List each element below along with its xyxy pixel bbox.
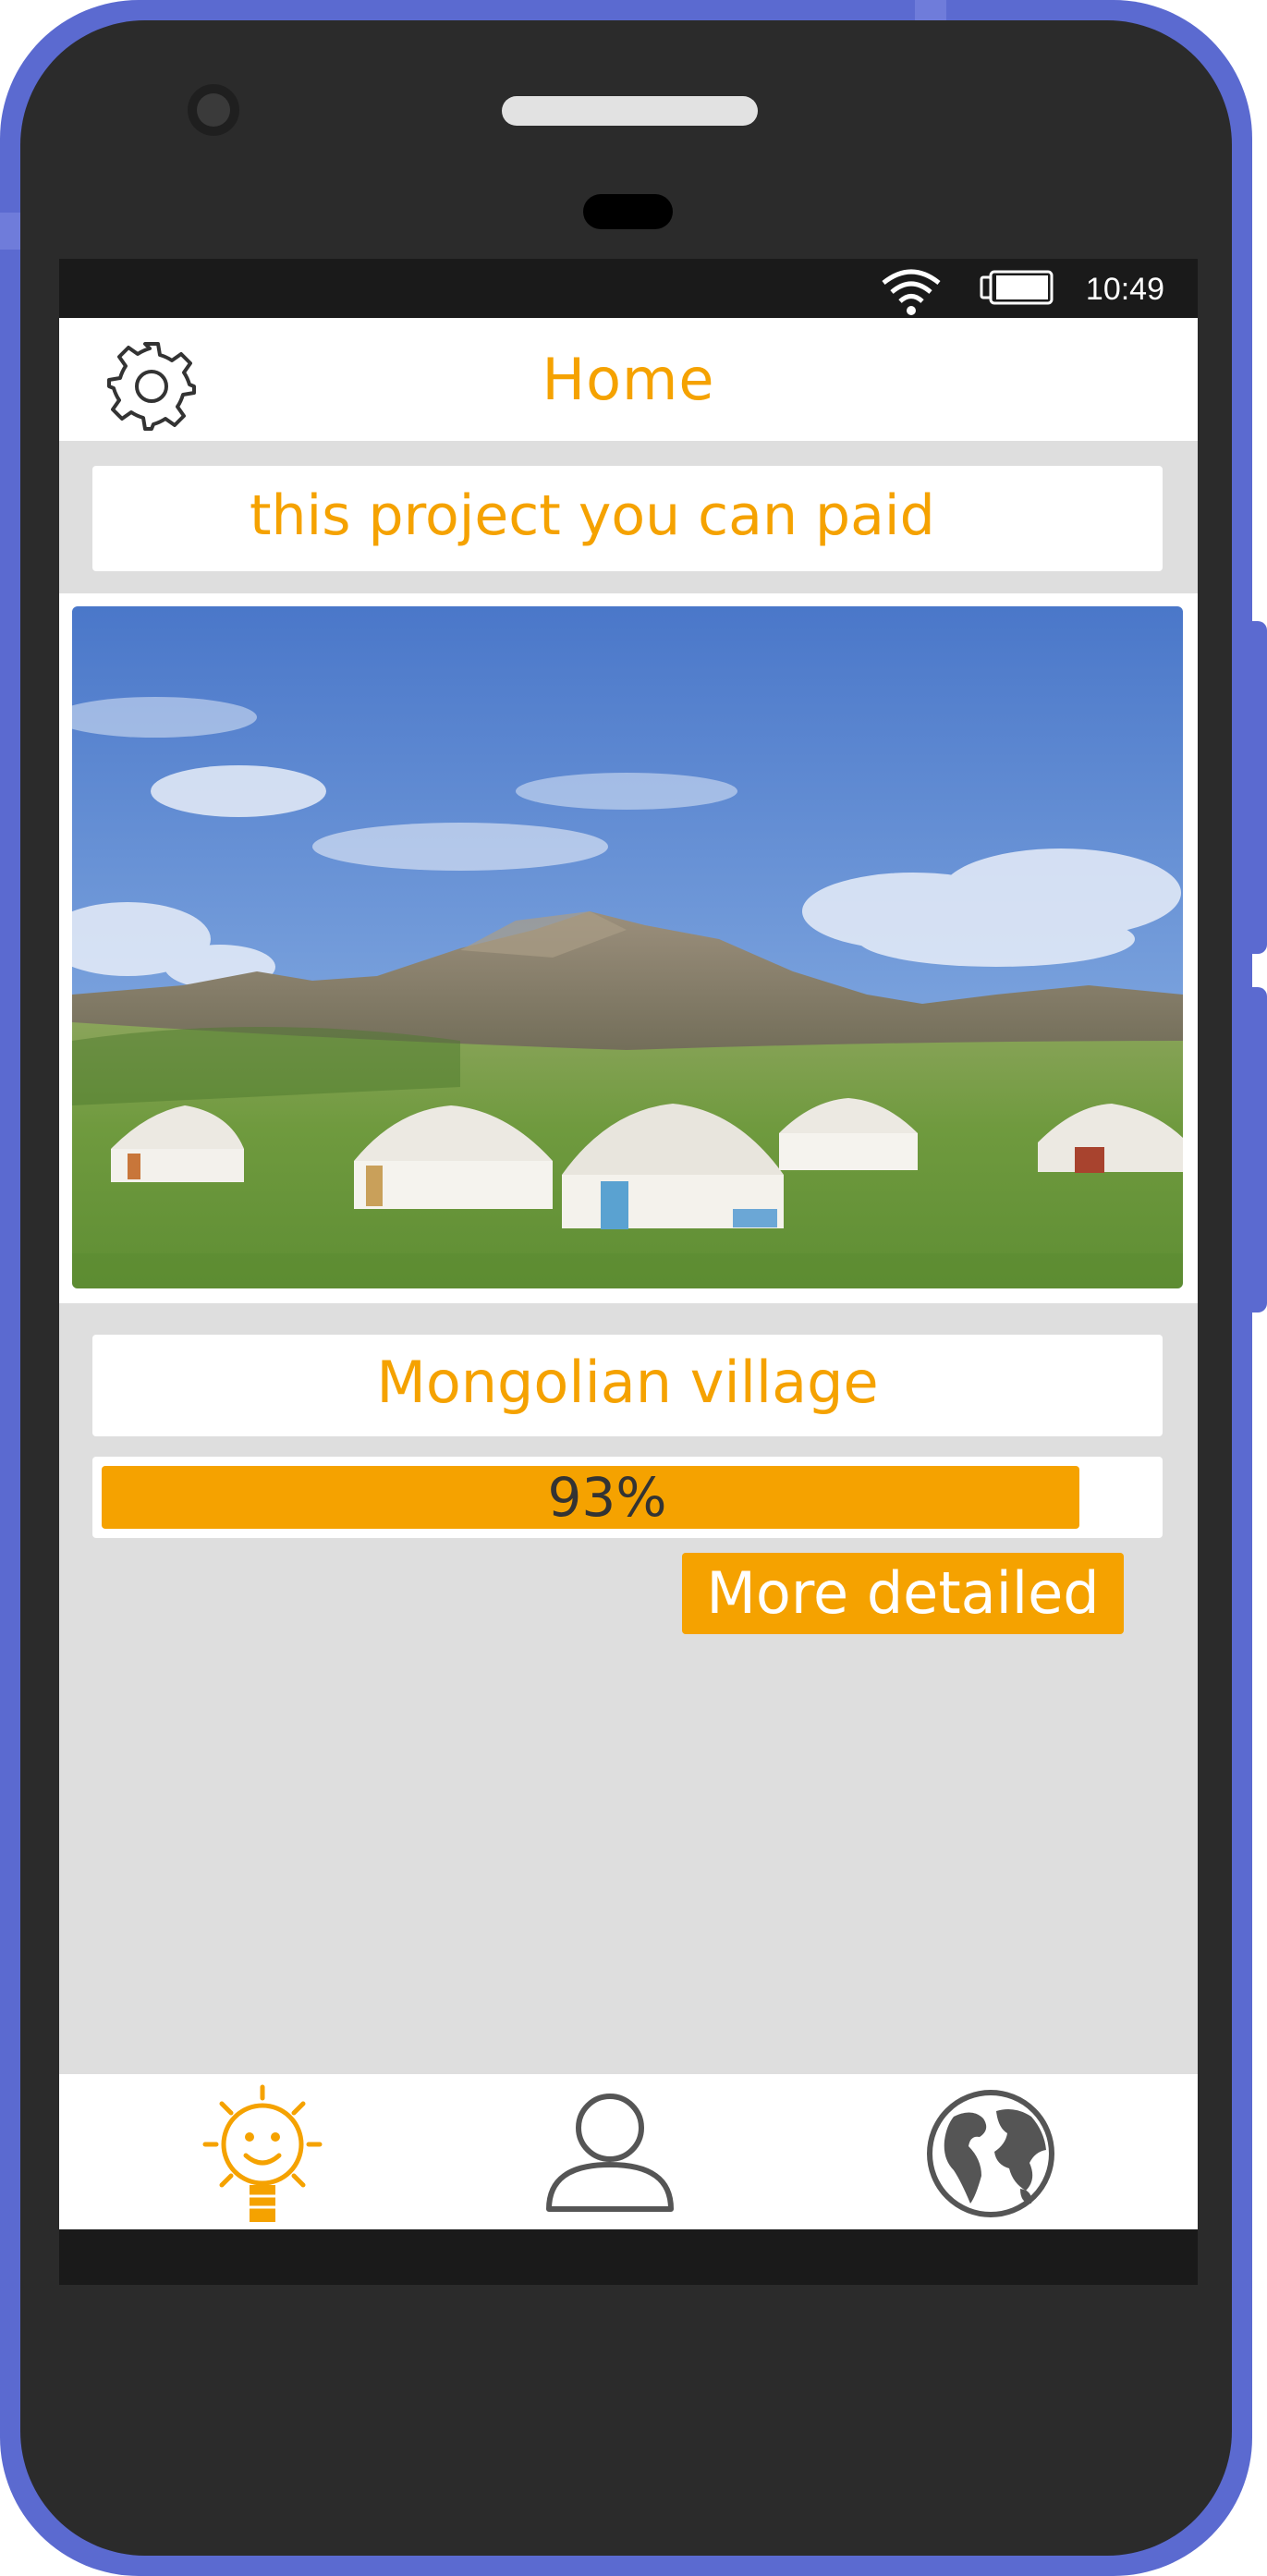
more-detailed-button[interactable]: More detailed <box>682 1553 1124 1634</box>
funding-progress-bar: 93% <box>92 1457 1163 1538</box>
project-photo[interactable] <box>72 606 1183 1288</box>
project-banner: this project you can paid <box>92 466 1163 571</box>
status-bar: 10:49 <box>59 259 1198 318</box>
globe-icon[interactable] <box>917 2080 1065 2228</box>
app-header: Home <box>59 318 1198 441</box>
bottom-navigation <box>59 2074 1198 2229</box>
progress-label: 93% <box>547 1466 667 1529</box>
battery-icon <box>980 270 1054 305</box>
system-navigation-bar <box>59 2229 1198 2285</box>
project-photo-card <box>59 593 1198 1303</box>
power-button <box>1252 987 1267 1312</box>
user-icon[interactable] <box>536 2080 684 2228</box>
sun-bulb-icon[interactable] <box>189 2080 336 2228</box>
wifi-icon <box>882 269 941 315</box>
status-time: 10:49 <box>1085 272 1164 307</box>
volume-button <box>1252 621 1267 954</box>
page-title: Home <box>542 346 715 413</box>
app-screen: 10:49 Home this project you can paid Mon… <box>59 259 1198 2285</box>
project-name: Mongolian village <box>92 1335 1163 1436</box>
